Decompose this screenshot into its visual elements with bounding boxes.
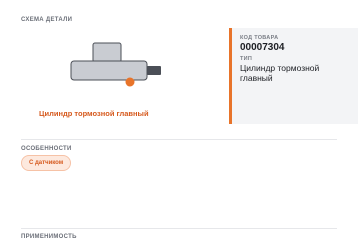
scheme-section-title: СХЕМА ДЕТАЛИ bbox=[21, 17, 73, 23]
section-divider bbox=[21, 228, 337, 229]
cylinder-body bbox=[70, 60, 148, 81]
product-type-label: ТИП bbox=[240, 56, 253, 62]
product-info-card: КОД ТОВАРА 00007304 ТИП Цилиндр тормозно… bbox=[229, 28, 358, 124]
cylinder-reservoir bbox=[92, 42, 122, 63]
part-name-link[interactable]: Цилиндр тормозной главный bbox=[39, 109, 149, 118]
part-detail-page: СХЕМА ДЕТАЛИ Цилиндр тормозной главный К… bbox=[0, 0, 358, 243]
sensor-marker bbox=[125, 77, 135, 87]
section-divider bbox=[21, 139, 337, 140]
part-diagram bbox=[70, 42, 161, 87]
feature-badge[interactable]: С датчиком bbox=[21, 155, 72, 171]
applicability-section-title: ПРИМЕНИМОСТЬ bbox=[21, 234, 77, 240]
product-code-value: 00007304 bbox=[240, 42, 285, 53]
product-type-value: Цилиндр тормозной главный bbox=[240, 63, 320, 83]
product-code-label: КОД ТОВАРА bbox=[240, 35, 279, 41]
features-section-title: ОСОБЕННОСТИ bbox=[21, 146, 72, 152]
cylinder-rod bbox=[147, 66, 161, 75]
